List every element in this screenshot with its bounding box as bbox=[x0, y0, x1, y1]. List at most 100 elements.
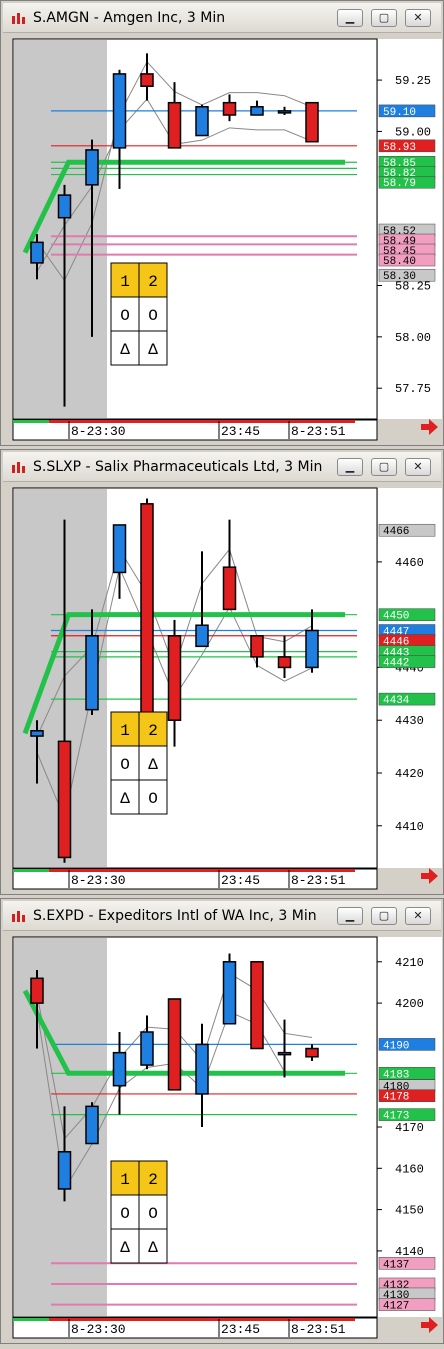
y-tick-label: 4210 bbox=[395, 956, 424, 970]
time-axis-marker bbox=[13, 1318, 49, 1321]
candlestick-chart[interactable]: 4140415041604170420042104190418341804178… bbox=[1, 933, 444, 1345]
candlestick-chart[interactable]: 57.7558.0058.2559.0059.2559.1058.9358.85… bbox=[1, 35, 444, 447]
candle-body bbox=[195, 1043, 209, 1095]
x-tick-label: 8-23:51 bbox=[291, 424, 346, 439]
signal-grid-label: 1 bbox=[120, 1171, 130, 1189]
titlebar: S.EXPD - Expeditors Intl of WA Inc, 3 Mi… bbox=[3, 901, 441, 931]
signal-grid-label: 1 bbox=[120, 273, 130, 291]
candle-body bbox=[277, 1051, 292, 1056]
candle-body bbox=[85, 635, 99, 711]
minimize-button[interactable]: ▁ bbox=[337, 9, 363, 27]
candle-body bbox=[222, 566, 237, 611]
candle-body bbox=[195, 624, 209, 648]
x-tick-label: 23:45 bbox=[221, 424, 260, 439]
candle-body bbox=[195, 106, 209, 137]
titlebar: S.SLXP - Salix Pharmaceuticals Ltd, 3 Mi… bbox=[3, 452, 441, 482]
signal-grid-label: O bbox=[120, 1205, 130, 1223]
price-tag-label: 4127 bbox=[383, 1301, 409, 1313]
window-title: S.EXPD - Expeditors Intl of WA Inc, 3 Mi… bbox=[33, 908, 317, 924]
signal-grid-label: Δ bbox=[120, 341, 130, 359]
signal-grid-label: O bbox=[148, 790, 158, 808]
y-tick-label: 4170 bbox=[395, 1121, 424, 1135]
candle-body bbox=[112, 73, 127, 149]
candle-body bbox=[305, 1047, 319, 1058]
candle-body bbox=[305, 101, 319, 143]
scroll-right-arrow-icon[interactable] bbox=[421, 868, 438, 884]
app-chart-icon bbox=[12, 462, 25, 473]
signal-grid-label: O bbox=[148, 307, 158, 325]
candle-body bbox=[57, 194, 72, 219]
price-tag-label: 4178 bbox=[383, 1092, 409, 1104]
candle-body bbox=[140, 1031, 154, 1066]
price-tag-label: 58.40 bbox=[383, 256, 416, 268]
candle-body bbox=[30, 241, 44, 264]
candle-body bbox=[167, 635, 182, 721]
minimize-button[interactable]: ▁ bbox=[337, 907, 363, 925]
signal-grid-label: 2 bbox=[148, 722, 158, 740]
y-tick-label: 57.75 bbox=[395, 382, 431, 396]
price-tag-label: 4466 bbox=[383, 526, 409, 538]
price-tag-label: 4434 bbox=[383, 695, 410, 707]
candle-body bbox=[277, 110, 292, 114]
candle-body bbox=[85, 149, 99, 186]
signal-grid-label: Δ bbox=[148, 756, 158, 774]
close-button[interactable]: ✕ bbox=[405, 907, 431, 925]
candle-body bbox=[250, 635, 264, 658]
signal-grid-label: 1 bbox=[120, 722, 130, 740]
candle-body bbox=[277, 656, 292, 669]
maximize-button[interactable]: ▢ bbox=[371, 9, 397, 27]
x-tick-label: 23:45 bbox=[221, 873, 260, 888]
time-axis-marker bbox=[13, 869, 49, 872]
window-title: S.SLXP - Salix Pharmaceuticals Ltd, 3 Mi… bbox=[33, 459, 323, 475]
x-tick-label: 8-23:51 bbox=[291, 1322, 346, 1337]
candle-body bbox=[112, 1051, 127, 1087]
app-chart-icon bbox=[12, 911, 25, 922]
x-tick-label: 8-23:51 bbox=[291, 873, 346, 888]
y-tick-label: 4140 bbox=[395, 1245, 424, 1259]
candle-body bbox=[30, 730, 44, 737]
candle-body bbox=[57, 740, 72, 859]
maximize-button[interactable]: ▢ bbox=[371, 458, 397, 476]
candle-body bbox=[250, 961, 264, 1050]
signal-grid-label: 2 bbox=[148, 273, 158, 291]
candle-body bbox=[140, 503, 154, 721]
y-tick-label: 4420 bbox=[395, 767, 424, 781]
candle-body bbox=[57, 1151, 72, 1190]
price-tag-label: 4450 bbox=[383, 611, 409, 623]
price-tag-label: 4173 bbox=[383, 1111, 409, 1123]
signal-grid-label: Δ bbox=[148, 1239, 158, 1257]
candlestick-chart[interactable]: 4410442044304440446044664450444744464443… bbox=[1, 484, 444, 896]
maximize-button[interactable]: ▢ bbox=[371, 907, 397, 925]
y-tick-label: 4200 bbox=[395, 997, 424, 1011]
close-button[interactable]: ✕ bbox=[405, 458, 431, 476]
price-tag-label: 4442 bbox=[383, 658, 409, 670]
signal-grid-label: 2 bbox=[148, 1171, 158, 1189]
candle-body bbox=[222, 961, 237, 1025]
time-axis-marker bbox=[49, 420, 355, 423]
time-axis-marker bbox=[49, 1318, 355, 1321]
minimize-button[interactable]: ▁ bbox=[337, 458, 363, 476]
y-tick-label: 4410 bbox=[395, 820, 424, 834]
price-tag-label: 58.93 bbox=[383, 142, 416, 154]
candle-body bbox=[250, 106, 264, 116]
time-axis-marker bbox=[13, 420, 49, 423]
chart-window-slxp: S.SLXP - Salix Pharmaceuticals Ltd, 3 Mi… bbox=[0, 449, 444, 895]
chart-window-amgn: S.AMGN - Amgen Inc, 3 Min ▁ ▢ ✕ 57.75 58.… bbox=[0, 0, 444, 446]
signal-grid-label: Δ bbox=[148, 341, 158, 359]
app-chart-icon bbox=[12, 13, 25, 24]
signal-grid-label: Δ bbox=[120, 1239, 130, 1257]
y-tick-label: 4160 bbox=[395, 1162, 424, 1176]
candle-body bbox=[167, 101, 182, 149]
price-axis bbox=[378, 488, 442, 868]
chart-window-expd: S.EXPD - Expeditors Intl of WA Inc, 3 Mi… bbox=[0, 898, 444, 1344]
candle-body bbox=[112, 524, 127, 574]
candle-body bbox=[140, 73, 154, 87]
price-tag-label: 58.79 bbox=[383, 178, 416, 190]
scroll-right-arrow-icon[interactable] bbox=[421, 419, 438, 435]
x-tick-label: 8-23:30 bbox=[71, 873, 126, 888]
signal-grid-label: O bbox=[120, 307, 130, 325]
close-button[interactable]: ✕ bbox=[405, 9, 431, 27]
x-tick-label: 8-23:30 bbox=[71, 1322, 126, 1337]
scroll-right-arrow-icon[interactable] bbox=[421, 1317, 438, 1333]
signal-grid-label: O bbox=[120, 756, 130, 774]
